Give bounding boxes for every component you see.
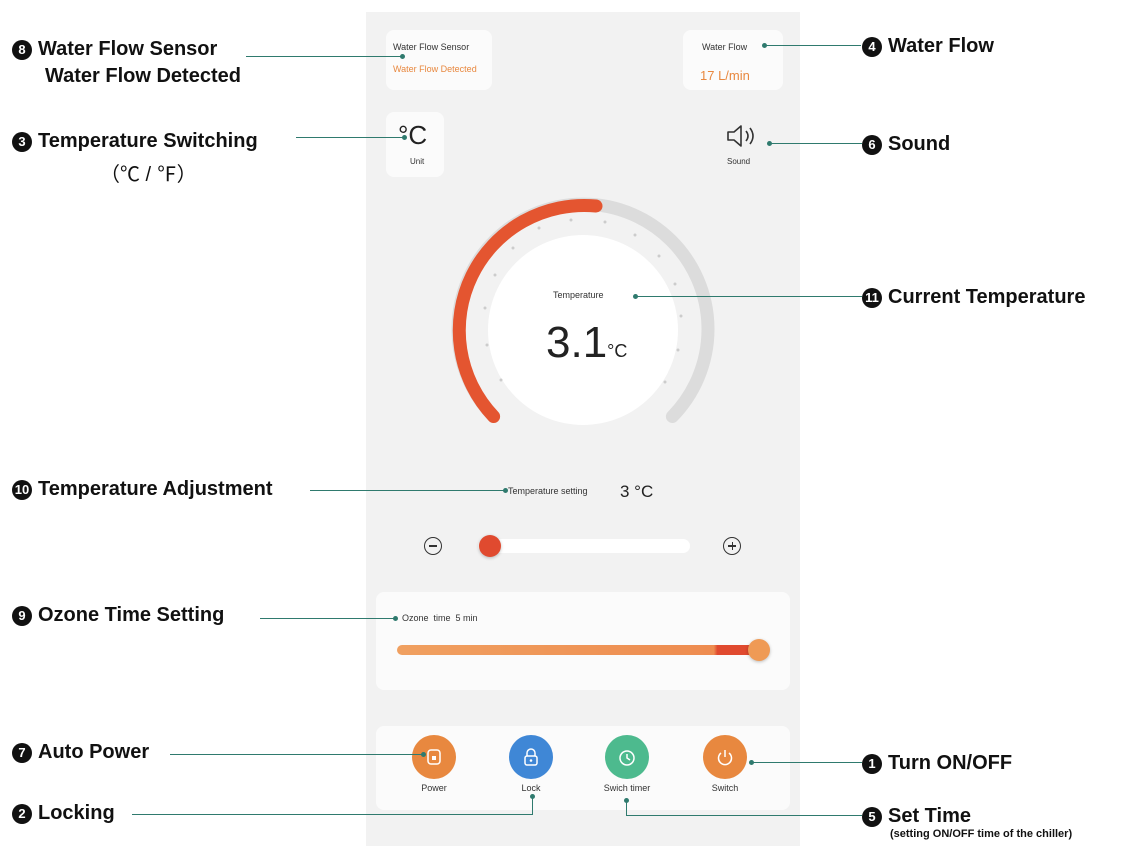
timer-icon — [619, 750, 635, 766]
leader-9-dot — [393, 616, 398, 621]
callout-10-number: 10 — [12, 479, 32, 500]
callout-3-line2: （℃ / ℉） — [100, 164, 197, 186]
power-label: Power — [421, 783, 447, 793]
callout-2-text: Locking — [38, 802, 115, 824]
callout-8-line2: Water Flow Detected — [45, 65, 241, 87]
callout-9: 9 Ozone Time Setting — [12, 604, 224, 627]
temperature-readout: 3.1°C — [546, 318, 627, 368]
leader-7-dot — [421, 752, 426, 757]
callout-8-text: Water Flow Sensor — [38, 38, 218, 60]
callout-11: 11 Current Temperature — [862, 286, 1085, 309]
callout-5-sub: (setting ON/OFF time of the chiller) — [890, 828, 1073, 840]
callout-1: 1 Turn ON/OFF — [862, 752, 1012, 775]
callout-5-text: Set Time — [888, 805, 971, 827]
leader-7 — [170, 754, 424, 755]
callout-8-number: 8 — [12, 39, 32, 60]
leader-3 — [296, 137, 404, 138]
water-flow-value: 17 L/min — [700, 68, 750, 83]
temperature-label: Temperature — [553, 290, 604, 300]
callout-7-text: Auto Power — [38, 741, 150, 763]
sound-toggle[interactable]: Sound — [722, 122, 762, 172]
callout-4: 4 Water Flow — [862, 35, 994, 58]
callout-2: 2 Locking — [12, 802, 115, 825]
callout-7-number: 7 — [12, 742, 32, 763]
leader-2-dot — [530, 794, 535, 799]
leader-2 — [132, 814, 532, 815]
unit-label: Unit — [410, 157, 425, 166]
leader-8-dot — [400, 54, 405, 59]
leader-6 — [770, 143, 862, 144]
callout-9-text: Ozone Time Setting — [38, 604, 225, 626]
temperature-setting-value: 3 °C — [620, 482, 654, 501]
lock-icon — [524, 748, 538, 766]
callout-3-number: 3 — [12, 131, 32, 152]
power-icon — [717, 750, 733, 766]
ozone-slider-track[interactable] — [397, 645, 757, 655]
switch-button[interactable] — [703, 735, 747, 779]
sound-label: Sound — [727, 157, 751, 166]
leader-10-dot — [503, 488, 508, 493]
callout-1-text: Turn ON/OFF — [888, 752, 1013, 774]
temperature-slider-thumb[interactable] — [479, 535, 501, 557]
timer-button[interactable] — [605, 735, 649, 779]
timer-label: Swich timer — [603, 783, 651, 793]
leader-5 — [626, 815, 862, 816]
ozone-label: Ozone time 5 min — [402, 613, 478, 623]
leader-10 — [310, 490, 506, 491]
callout-7: 7 Auto Power — [12, 741, 149, 764]
temperature-value: 3.1 — [546, 318, 608, 367]
leader-9 — [260, 618, 396, 619]
callout-5-number: 5 — [862, 806, 882, 827]
flow-sensor-title: Water Flow Sensor — [393, 42, 470, 52]
leader-5-dot — [624, 798, 629, 803]
lock-button[interactable] — [509, 735, 553, 779]
leader-11-dot — [633, 294, 638, 299]
decrease-button[interactable] — [424, 537, 442, 555]
callout-6-text: Sound — [888, 133, 951, 155]
switch-label: Switch — [711, 783, 739, 793]
leader-3-dot — [402, 135, 407, 140]
power-plug-icon — [427, 749, 441, 765]
callout-3-text: Temperature Switching — [38, 130, 258, 152]
leader-1 — [752, 762, 862, 763]
leader-6-dot — [767, 141, 772, 146]
temperature-unit: °C — [607, 341, 628, 361]
callout-8: 8 Water Flow Sensor — [12, 38, 217, 61]
flow-sensor-status: Water Flow Detected — [393, 64, 477, 74]
callout-1-number: 1 — [862, 753, 882, 774]
leader-1-dot — [749, 760, 754, 765]
temperature-slider-track[interactable] — [478, 539, 690, 553]
callout-3: 3 Temperature Switching — [12, 130, 258, 153]
callout-10-text: Temperature Adjustment — [38, 478, 273, 500]
plus-icon-vertical — [731, 541, 733, 550]
callout-5: 5 Set Time — [862, 805, 971, 828]
power-button[interactable] — [412, 735, 456, 779]
callout-10: 10 Temperature Adjustment — [12, 478, 272, 501]
leader-4 — [765, 45, 861, 46]
speaker-icon — [727, 125, 754, 147]
callout-4-text: Water Flow — [888, 35, 994, 57]
flow-sensor-card — [386, 30, 492, 90]
callout-11-number: 11 — [862, 287, 882, 308]
increase-button[interactable] — [723, 537, 741, 555]
lock-label: Lock — [521, 783, 541, 793]
callout-2-number: 2 — [12, 803, 32, 824]
leader-11 — [636, 296, 862, 297]
callout-11-text: Current Temperature — [888, 286, 1086, 308]
callout-9-number: 9 — [12, 605, 32, 626]
callout-4-number: 4 — [862, 36, 882, 57]
ozone-slider-thumb[interactable] — [748, 639, 770, 661]
water-flow-title: Water Flow — [702, 42, 748, 52]
temperature-setting-label: Temperature setting — [508, 486, 588, 496]
leader-4-dot — [762, 43, 767, 48]
leader-8 — [246, 56, 402, 57]
callout-6-number: 6 — [862, 134, 882, 155]
minus-icon — [429, 545, 437, 547]
callout-6: 6 Sound — [862, 133, 950, 156]
ozone-card — [376, 592, 790, 690]
